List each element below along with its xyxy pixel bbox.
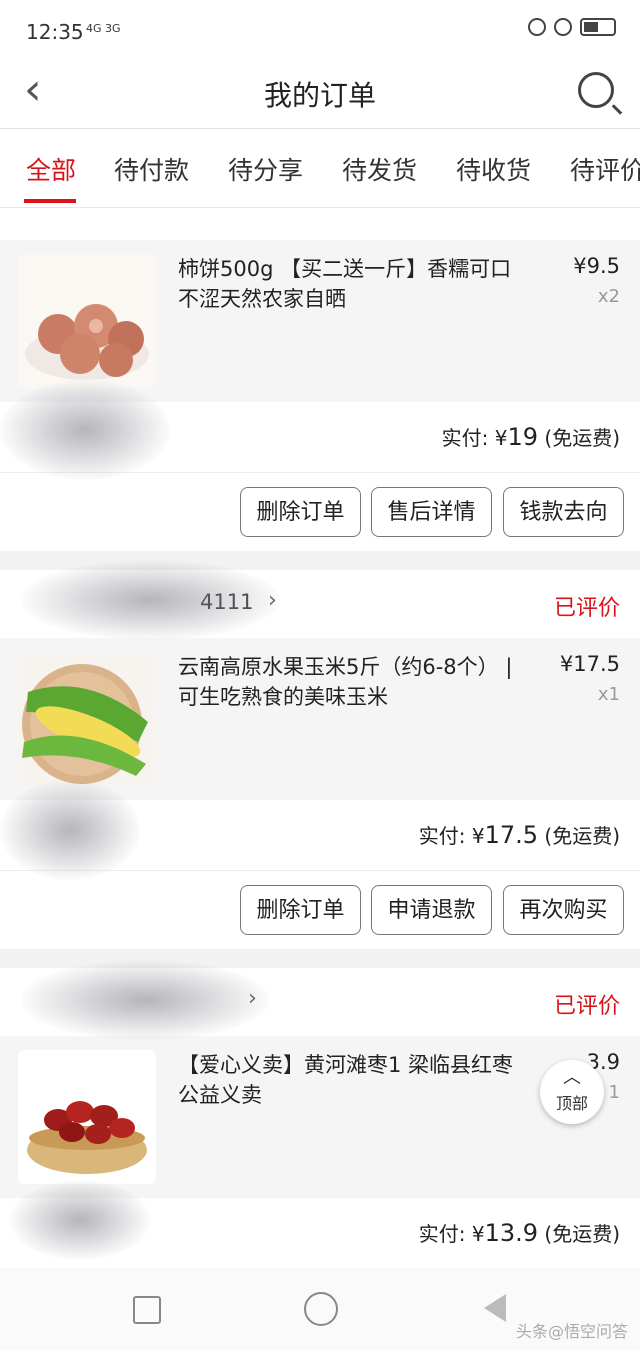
- total-currency: ¥: [494, 426, 508, 450]
- tab-pending-receipt[interactable]: 待收货: [456, 151, 531, 187]
- total-label: 实付:: [418, 1222, 466, 1246]
- tab-pending-shipment[interactable]: 待发货: [342, 151, 417, 187]
- shipping-note: (免运费): [544, 1222, 620, 1246]
- product-quantity: x2: [597, 286, 620, 307]
- product-price: ¥9.5: [573, 254, 620, 278]
- battery-icon: [580, 18, 616, 36]
- product-thumbnail[interactable]: [18, 1050, 156, 1184]
- privacy-smudge: [0, 780, 140, 880]
- total-amount: 19: [507, 423, 539, 451]
- product-thumbnail[interactable]: [18, 652, 156, 786]
- scroll-to-top-label: 顶部: [555, 1094, 588, 1113]
- order-item[interactable]: 柿饼500g 【买二送一斤】香糯可口不涩天然农家自晒 ¥9.5 x2: [0, 240, 640, 402]
- active-tab-indicator: [24, 199, 76, 203]
- total-paid: 实付: ¥17.5 (免运费): [419, 820, 620, 849]
- search-icon[interactable]: [578, 72, 614, 108]
- delete-order-button[interactable]: 删除订单: [240, 885, 361, 935]
- home-icon[interactable]: [304, 1292, 338, 1326]
- request-refund-button[interactable]: 申请退款: [371, 885, 492, 935]
- total-currency: ¥: [471, 1222, 485, 1246]
- total-paid: 实付: ¥19 (免运费): [442, 422, 620, 451]
- privacy-smudge: [20, 960, 270, 1040]
- status-bar: 12:35 4G 3G: [0, 0, 640, 60]
- order-status: 已评价: [553, 994, 620, 1019]
- lock-rotation-icon: [528, 18, 546, 36]
- clock-time: 12:35: [26, 20, 84, 44]
- order-actions: 删除订单 申请退款 再次购买: [0, 871, 640, 949]
- total-paid: 实付: ¥13.9 (免运费): [419, 1218, 620, 1247]
- total-amount: 13.9: [484, 1219, 539, 1247]
- after-sales-detail-button[interactable]: 售后详情: [371, 487, 492, 537]
- refund-destination-button[interactable]: 钱款去向: [503, 487, 624, 537]
- total-label: 实付:: [418, 824, 466, 848]
- status-icons: [528, 18, 616, 36]
- tab-pending-review[interactable]: 待评价: [570, 151, 640, 187]
- tab-pending-payment[interactable]: 待付款: [114, 151, 189, 187]
- product-quantity: x1: [597, 684, 620, 705]
- privacy-smudge: [20, 560, 280, 640]
- privacy-smudge: [10, 1180, 150, 1260]
- order-actions: 删除订单 售后详情 钱款去向: [0, 473, 640, 551]
- privacy-smudge: [0, 380, 170, 480]
- alarm-icon: [554, 18, 572, 36]
- nav-bar: ‹ 我的订单: [0, 60, 640, 129]
- tab-pending-share[interactable]: 待分享: [228, 151, 303, 187]
- product-name[interactable]: 【爱心义卖】黄河滩枣1 梁临县红枣公益义卖: [178, 1050, 518, 1110]
- order-item[interactable]: 云南高原水果玉米5斤（约6-8个） | 可生吃熟食的美味玉米 ¥17.5 x1: [0, 638, 640, 800]
- product-quantity: 1: [608, 1082, 620, 1103]
- recent-apps-icon[interactable]: [133, 1296, 161, 1324]
- product-name[interactable]: 云南高原水果玉米5斤（约6-8个） | 可生吃熟食的美味玉米: [178, 652, 518, 712]
- back-triangle-icon[interactable]: [484, 1294, 506, 1322]
- buy-again-button[interactable]: 再次购买: [503, 885, 624, 935]
- product-thumbnail[interactable]: [18, 254, 156, 388]
- total-amount: 17.5: [484, 821, 539, 849]
- delete-order-button[interactable]: 删除订单: [240, 487, 361, 537]
- signal-icon: 4G 3G: [86, 22, 121, 35]
- total-label: 实付:: [441, 426, 489, 450]
- order-tabs: 全部 待付款 待分享 待发货 待收货 待评价: [0, 129, 640, 208]
- tab-all[interactable]: 全部: [26, 151, 76, 187]
- shipping-note: (免运费): [544, 824, 620, 848]
- product-price: ¥17.5: [559, 652, 620, 676]
- scroll-to-top-button[interactable]: ︿ 顶部: [540, 1060, 604, 1124]
- order-status: 已评价: [553, 596, 620, 621]
- order-header[interactable]: [0, 208, 640, 240]
- shipping-note: (免运费): [544, 426, 620, 450]
- total-currency: ¥: [471, 824, 485, 848]
- product-name[interactable]: 柿饼500g 【买二送一斤】香糯可口不涩天然农家自晒: [178, 254, 518, 314]
- system-nav-bar: 头条@悟空问答: [0, 1268, 640, 1351]
- order-item[interactable]: 【爱心义卖】黄河滩枣1 梁临县红枣公益义卖 3.9 1: [0, 1036, 640, 1198]
- watermark: 头条@悟空问答: [515, 1322, 628, 1341]
- page-title: 我的订单: [263, 79, 376, 112]
- chevron-up-icon: ︿: [563, 1067, 581, 1088]
